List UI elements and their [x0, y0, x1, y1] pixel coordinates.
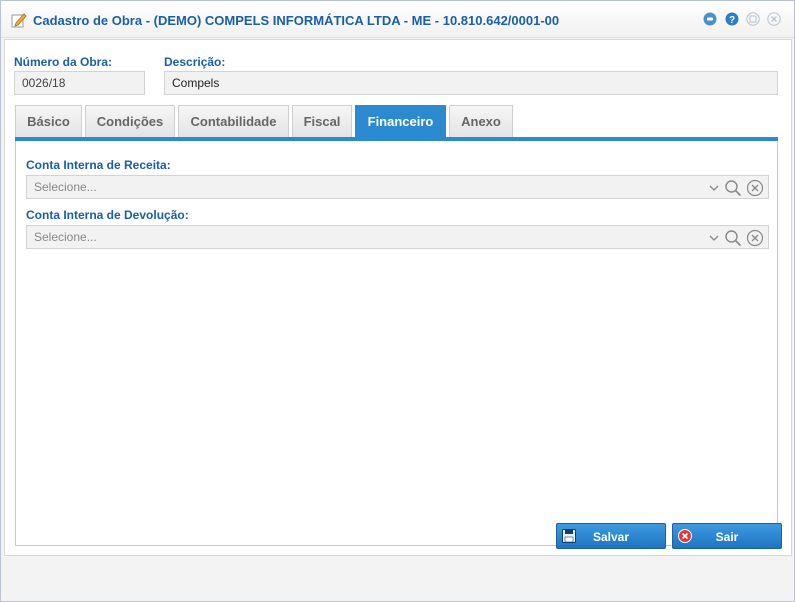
chevron-down-icon[interactable] — [705, 179, 723, 197]
tab-contabilidade[interactable]: Contabilidade — [178, 105, 289, 137]
save-button-label: Salvar — [592, 530, 630, 544]
tab-condicoes[interactable]: Condições — [85, 105, 175, 137]
exit-button-label: Sair — [715, 530, 739, 544]
search-icon[interactable] — [724, 179, 742, 197]
conta-devolucao-label: Conta Interna de Devolução: — [26, 208, 189, 222]
title-bar[interactable]: Cadastro de Obra - (DEMO) COMPELS INFORM… — [1, 1, 794, 38]
save-button[interactable]: Salvar — [556, 523, 666, 549]
numero-obra-field[interactable]: 0026/18 — [14, 71, 145, 95]
exit-button[interactable]: Sair — [672, 523, 782, 549]
conta-receita-placeholder: Selecione... — [34, 180, 97, 194]
conta-devolucao-placeholder: Selecione... — [34, 230, 97, 244]
descricao-label: Descrição: — [164, 55, 226, 69]
search-icon[interactable] — [724, 229, 742, 247]
conta-receita-label: Conta Interna de Receita: — [26, 158, 171, 172]
numero-obra-label: Número da Obra: — [14, 55, 113, 69]
chevron-down-icon[interactable] — [705, 229, 723, 247]
restore-icon[interactable] — [746, 12, 760, 26]
tab-basico[interactable]: Básico — [15, 105, 82, 137]
tab-financeiro[interactable]: Financeiro — [355, 105, 446, 137]
help-icon[interactable]: ? — [725, 12, 739, 26]
window-title: Cadastro de Obra - (DEMO) COMPELS INFORM… — [33, 13, 560, 28]
conta-devolucao-select[interactable]: Selecione... — [26, 225, 769, 249]
tab-fiscal[interactable]: Fiscal — [292, 105, 352, 137]
tab-anexo[interactable]: Anexo — [449, 105, 513, 137]
close-icon[interactable] — [767, 12, 781, 26]
minimize-icon[interactable] — [703, 12, 717, 26]
descricao-field[interactable]: Compels — [164, 71, 778, 95]
financeiro-panel: Conta Interna de Receita: Selecione... C… — [15, 141, 778, 546]
clear-icon[interactable] — [746, 229, 764, 247]
conta-receita-select[interactable]: Selecione... — [26, 175, 769, 199]
edit-pencil-icon — [11, 13, 27, 28]
clear-icon[interactable] — [746, 179, 764, 197]
svg-text:?: ? — [729, 15, 735, 26]
dialog-window: Cadastro de Obra - (DEMO) COMPELS INFORM… — [0, 0, 795, 602]
form-content: Número da Obra: 0026/18 Descrição: Compe… — [4, 39, 792, 556]
